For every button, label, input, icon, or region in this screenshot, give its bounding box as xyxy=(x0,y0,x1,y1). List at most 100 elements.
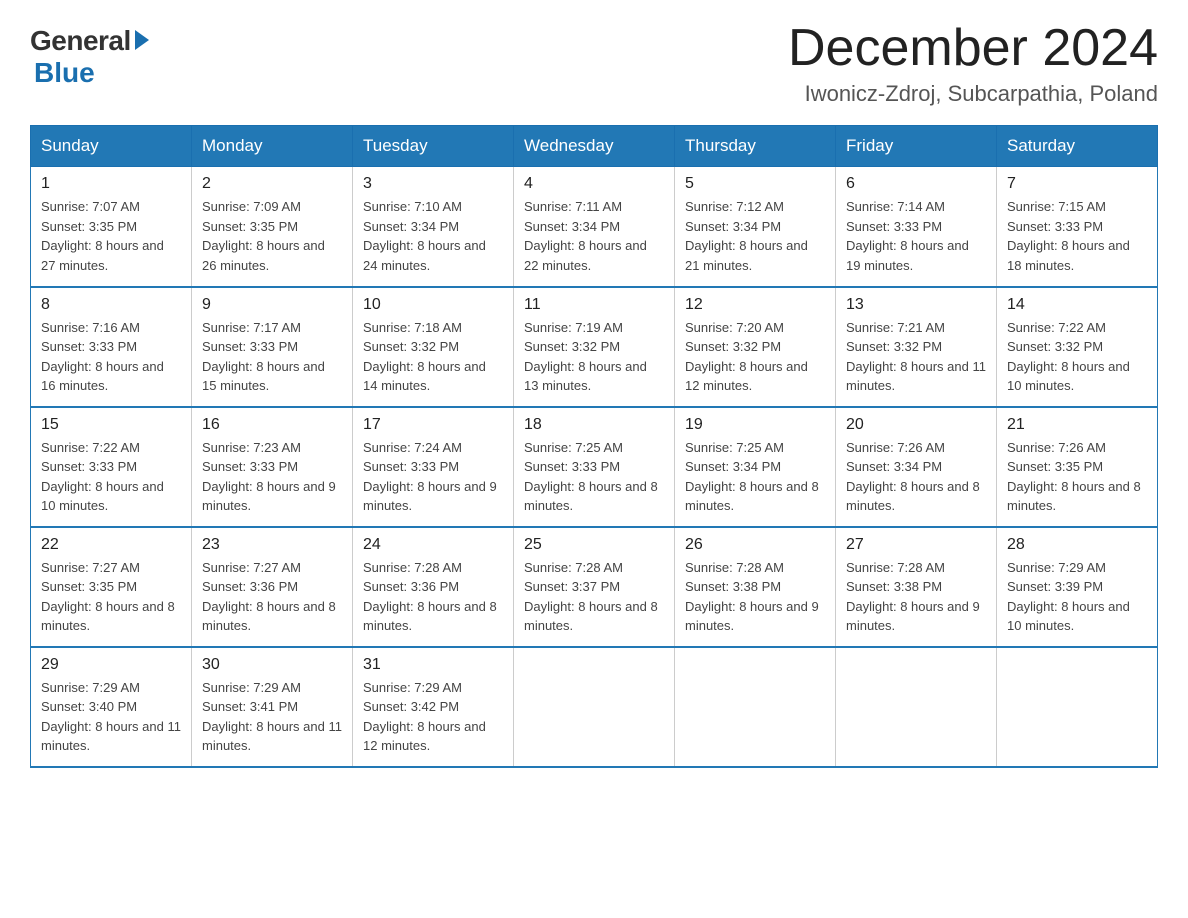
day-info: Sunrise: 7:20 AMSunset: 3:32 PMDaylight:… xyxy=(685,318,825,396)
day-info: Sunrise: 7:27 AMSunset: 3:36 PMDaylight:… xyxy=(202,558,342,636)
calendar-cell: 9 Sunrise: 7:17 AMSunset: 3:33 PMDaylight… xyxy=(192,287,353,407)
title-section: December 2024 Iwonicz-Zdroj, Subcarpathi… xyxy=(788,20,1158,107)
day-number: 19 xyxy=(685,416,825,434)
day-info: Sunrise: 7:22 AMSunset: 3:33 PMDaylight:… xyxy=(41,438,181,516)
day-info: Sunrise: 7:26 AMSunset: 3:34 PMDaylight:… xyxy=(846,438,986,516)
day-number: 21 xyxy=(1007,416,1147,434)
day-number: 8 xyxy=(41,296,181,314)
calendar-cell: 16 Sunrise: 7:23 AMSunset: 3:33 PMDayligh… xyxy=(192,407,353,527)
calendar-cell: 5 Sunrise: 7:12 AMSunset: 3:34 PMDaylight… xyxy=(675,167,836,287)
day-info: Sunrise: 7:24 AMSunset: 3:33 PMDaylight:… xyxy=(363,438,503,516)
day-number: 4 xyxy=(524,175,664,193)
calendar-cell: 3Sunrise: 7:10 AMSunset: 3:34 PMDaylight… xyxy=(353,167,514,287)
day-number: 11 xyxy=(524,296,664,314)
day-number: 29 xyxy=(41,656,181,674)
day-info: Sunrise: 7:19 AMSunset: 3:32 PMDaylight:… xyxy=(524,318,664,396)
day-number: 9 xyxy=(202,296,342,314)
day-info: Sunrise: 7:14 AMSunset: 3:33 PMDaylight:… xyxy=(846,197,986,275)
calendar-cell: 2 Sunrise: 7:09 AMSunset: 3:35 PMDaylight… xyxy=(192,167,353,287)
day-number: 6 xyxy=(846,175,986,193)
day-info: Sunrise: 7:16 AMSunset: 3:33 PMDaylight:… xyxy=(41,318,181,396)
day-info: Sunrise: 7:21 AMSunset: 3:32 PMDaylight:… xyxy=(846,318,986,396)
day-number: 5 xyxy=(685,175,825,193)
day-number: 26 xyxy=(685,536,825,554)
day-number: 14 xyxy=(1007,296,1147,314)
day-info: Sunrise: 7:29 AMSunset: 3:42 PMDaylight:… xyxy=(363,678,503,756)
day-info: Sunrise: 7:12 AMSunset: 3:34 PMDaylight:… xyxy=(685,197,825,275)
calendar-cell: 10 Sunrise: 7:18 AMSunset: 3:32 PMDayligh… xyxy=(353,287,514,407)
day-number: 3 xyxy=(363,175,503,193)
calendar-table: SundayMondayTuesdayWednesdayThursdayFrid… xyxy=(30,125,1158,768)
calendar-cell: 7 Sunrise: 7:15 AMSunset: 3:33 PMDaylight… xyxy=(997,167,1158,287)
day-info: Sunrise: 7:28 AMSunset: 3:38 PMDaylight:… xyxy=(685,558,825,636)
calendar-cell xyxy=(514,647,675,767)
day-number: 30 xyxy=(202,656,342,674)
calendar-cell xyxy=(997,647,1158,767)
day-info: Sunrise: 7:29 AMSunset: 3:40 PMDaylight:… xyxy=(41,678,181,756)
day-info: Sunrise: 7:28 AMSunset: 3:38 PMDaylight:… xyxy=(846,558,986,636)
col-header-thursday: Thursday xyxy=(675,126,836,167)
calendar-cell: 15 Sunrise: 7:22 AMSunset: 3:33 PMDayligh… xyxy=(31,407,192,527)
logo-arrow-icon xyxy=(135,30,149,50)
day-number: 23 xyxy=(202,536,342,554)
calendar-cell: 29 Sunrise: 7:29 AMSunset: 3:40 PMDayligh… xyxy=(31,647,192,767)
day-info: Sunrise: 7:23 AMSunset: 3:33 PMDaylight:… xyxy=(202,438,342,516)
day-number: 1 xyxy=(41,175,181,193)
day-number: 15 xyxy=(41,416,181,434)
day-number: 16 xyxy=(202,416,342,434)
day-number: 12 xyxy=(685,296,825,314)
calendar-cell: 26 Sunrise: 7:28 AMSunset: 3:38 PMDayligh… xyxy=(675,527,836,647)
day-number: 17 xyxy=(363,416,503,434)
calendar-cell: 28Sunrise: 7:29 AMSunset: 3:39 PMDayligh… xyxy=(997,527,1158,647)
calendar-header-row: SundayMondayTuesdayWednesdayThursdayFrid… xyxy=(31,126,1158,167)
col-header-friday: Friday xyxy=(836,126,997,167)
col-header-tuesday: Tuesday xyxy=(353,126,514,167)
logo-blue-text: Blue xyxy=(34,57,95,89)
day-info: Sunrise: 7:26 AMSunset: 3:35 PMDaylight:… xyxy=(1007,438,1147,516)
day-number: 22 xyxy=(41,536,181,554)
calendar-cell xyxy=(836,647,997,767)
day-number: 20 xyxy=(846,416,986,434)
day-number: 7 xyxy=(1007,175,1147,193)
calendar-cell: 12 Sunrise: 7:20 AMSunset: 3:32 PMDayligh… xyxy=(675,287,836,407)
day-info: Sunrise: 7:25 AMSunset: 3:33 PMDaylight:… xyxy=(524,438,664,516)
calendar-cell: 25Sunrise: 7:28 AMSunset: 3:37 PMDayligh… xyxy=(514,527,675,647)
calendar-cell: 4 Sunrise: 7:11 AMSunset: 3:34 PMDaylight… xyxy=(514,167,675,287)
day-info: Sunrise: 7:09 AMSunset: 3:35 PMDaylight:… xyxy=(202,197,342,275)
calendar-cell: 27Sunrise: 7:28 AMSunset: 3:38 PMDayligh… xyxy=(836,527,997,647)
calendar-cell: 21 Sunrise: 7:26 AMSunset: 3:35 PMDayligh… xyxy=(997,407,1158,527)
col-header-saturday: Saturday xyxy=(997,126,1158,167)
calendar-cell: 22 Sunrise: 7:27 AMSunset: 3:35 PMDayligh… xyxy=(31,527,192,647)
day-number: 28 xyxy=(1007,536,1147,554)
calendar-cell: 17 Sunrise: 7:24 AMSunset: 3:33 PMDayligh… xyxy=(353,407,514,527)
col-header-sunday: Sunday xyxy=(31,126,192,167)
day-info: Sunrise: 7:29 AMSunset: 3:41 PMDaylight:… xyxy=(202,678,342,756)
day-info: Sunrise: 7:18 AMSunset: 3:32 PMDaylight:… xyxy=(363,318,503,396)
calendar-cell: 30 Sunrise: 7:29 AMSunset: 3:41 PMDayligh… xyxy=(192,647,353,767)
calendar-cell: 8 Sunrise: 7:16 AMSunset: 3:33 PMDaylight… xyxy=(31,287,192,407)
day-info: Sunrise: 7:07 AMSunset: 3:35 PMDaylight:… xyxy=(41,197,181,275)
day-number: 10 xyxy=(363,296,503,314)
day-info: Sunrise: 7:11 AMSunset: 3:34 PMDaylight:… xyxy=(524,197,664,275)
calendar-cell xyxy=(675,647,836,767)
calendar-cell: 11 Sunrise: 7:19 AMSunset: 3:32 PMDayligh… xyxy=(514,287,675,407)
day-number: 2 xyxy=(202,175,342,193)
calendar-week-row: 15 Sunrise: 7:22 AMSunset: 3:33 PMDayligh… xyxy=(31,407,1158,527)
logo: General Blue xyxy=(30,20,149,89)
calendar-week-row: 8 Sunrise: 7:16 AMSunset: 3:33 PMDaylight… xyxy=(31,287,1158,407)
day-number: 24 xyxy=(363,536,503,554)
calendar-cell: 18Sunrise: 7:25 AMSunset: 3:33 PMDayligh… xyxy=(514,407,675,527)
day-info: Sunrise: 7:27 AMSunset: 3:35 PMDaylight:… xyxy=(41,558,181,636)
calendar-week-row: 29 Sunrise: 7:29 AMSunset: 3:40 PMDayligh… xyxy=(31,647,1158,767)
day-info: Sunrise: 7:22 AMSunset: 3:32 PMDaylight:… xyxy=(1007,318,1147,396)
day-info: Sunrise: 7:17 AMSunset: 3:33 PMDaylight:… xyxy=(202,318,342,396)
calendar-week-row: 22 Sunrise: 7:27 AMSunset: 3:35 PMDayligh… xyxy=(31,527,1158,647)
calendar-cell: 13Sunrise: 7:21 AMSunset: 3:32 PMDayligh… xyxy=(836,287,997,407)
calendar-cell: 1 Sunrise: 7:07 AMSunset: 3:35 PMDaylight… xyxy=(31,167,192,287)
calendar-cell: 19 Sunrise: 7:25 AMSunset: 3:34 PMDayligh… xyxy=(675,407,836,527)
calendar-cell: 14 Sunrise: 7:22 AMSunset: 3:32 PMDayligh… xyxy=(997,287,1158,407)
day-info: Sunrise: 7:15 AMSunset: 3:33 PMDaylight:… xyxy=(1007,197,1147,275)
day-info: Sunrise: 7:25 AMSunset: 3:34 PMDaylight:… xyxy=(685,438,825,516)
calendar-cell: 20 Sunrise: 7:26 AMSunset: 3:34 PMDayligh… xyxy=(836,407,997,527)
month-title: December 2024 xyxy=(788,20,1158,77)
